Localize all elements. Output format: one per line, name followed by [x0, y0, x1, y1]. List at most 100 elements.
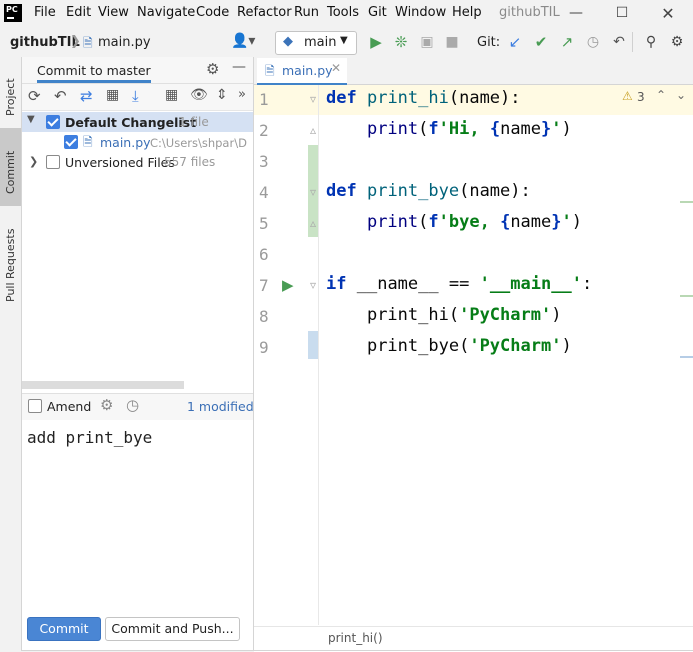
hide-panel-icon[interactable]: — [232, 59, 246, 75]
menu-view[interactable]: View [98, 5, 129, 20]
commit-options-gear-icon[interactable]: ⚙ [100, 396, 113, 414]
line-number: 8 [259, 307, 269, 326]
gear-icon[interactable]: ⚙ [206, 60, 219, 78]
menu-refactor[interactable]: Refactor [237, 5, 292, 20]
horizontal-scrollbar[interactable] [22, 381, 184, 389]
menu-help[interactable]: Help [452, 5, 482, 20]
fold-icon[interactable]: ▿ [310, 278, 316, 292]
menu-run[interactable]: Run [294, 5, 319, 20]
warning-count: 3 [637, 90, 645, 104]
changed-file-name[interactable]: main.py [100, 135, 151, 150]
fold-icon[interactable]: ▵ [310, 216, 316, 230]
tab-pull-requests[interactable]: Pull Requests [0, 210, 21, 306]
settings-gear-icon[interactable]: ⚙ [667, 32, 687, 52]
commit-message-area[interactable]: add print_bye [22, 420, 253, 610]
warning-icon[interactable]: ⚠ [622, 89, 633, 103]
group-by-icon[interactable]: ▦ [165, 87, 178, 103]
amend-checkbox[interactable] [28, 399, 42, 413]
file-checkbox[interactable] [64, 135, 78, 149]
menu-tools[interactable]: Tools [327, 5, 359, 20]
toolbar-divider [632, 32, 633, 52]
debug-icon[interactable]: ❊ [391, 32, 411, 52]
error-stripe-marker[interactable] [680, 201, 693, 203]
previous-highlight-icon[interactable]: ⌃ [656, 88, 666, 102]
menu-git[interactable]: Git [368, 5, 387, 20]
code-line[interactable]: def print_hi(name): [326, 88, 521, 108]
history-icon[interactable]: ◷ [583, 32, 603, 52]
amend-label: Amend [47, 399, 92, 414]
shelve-icon[interactable]: ▦ [106, 87, 119, 103]
editor-tab-main-py[interactable]: 🗎 main.py ✕ [257, 58, 347, 86]
commit-icon[interactable]: ✔ [531, 32, 551, 52]
commit-and-push-button[interactable]: Commit and Push... [105, 617, 240, 641]
update-project-icon[interactable]: ↙ [505, 32, 525, 52]
rollback-icon[interactable]: ↶ [609, 32, 629, 52]
vcs-modified-line-marker[interactable] [308, 331, 318, 359]
line-number: 3 [259, 152, 269, 171]
breadcrumb-file[interactable]: main.py [98, 35, 151, 50]
refresh-icon[interactable]: ⟳ [28, 87, 41, 105]
branch-name: main [304, 35, 337, 50]
close-tab-icon[interactable]: ✕ [331, 61, 341, 75]
line-number: 4 [259, 183, 269, 202]
menu-edit[interactable]: Edit [66, 5, 91, 20]
code-line[interactable]: print(f'bye, {name}') [326, 212, 582, 232]
chevron-right-icon[interactable]: ❯ [29, 155, 38, 168]
more-icon[interactable]: » [238, 87, 246, 102]
chevron-down-icon[interactable]: ▼ [27, 114, 35, 125]
view-options-icon[interactable]: 👁 [190, 87, 208, 103]
code-line[interactable]: print(f'Hi, {name}') [326, 119, 572, 139]
code-line[interactable]: def print_bye(name): [326, 181, 531, 201]
fold-icon[interactable]: ▿ [310, 92, 316, 106]
code-line[interactable]: if __name__ == '__main__': [326, 274, 592, 294]
menu-bar: PC File Edit View Navigate Code Refactor… [0, 0, 693, 27]
maximize-icon[interactable]: ☐ [599, 0, 645, 27]
modified-count-link[interactable]: 1 modified [187, 399, 254, 414]
changelist-checkbox[interactable] [46, 115, 60, 129]
python-file-icon: 🗎 [265, 64, 275, 78]
unversioned-files-count: 557 files [164, 155, 216, 169]
menu-code[interactable]: Code [196, 5, 229, 20]
commit-history-icon[interactable]: ◷ [126, 396, 139, 414]
editor-breadcrumb[interactable]: print_hi() [328, 631, 383, 645]
expand-all-icon[interactable]: ⇕ [216, 87, 228, 103]
stop-icon[interactable]: ■ [442, 32, 462, 52]
editor-tab-label: main.py [282, 63, 333, 78]
changed-file-path: C:\Users\shpar\D [150, 136, 247, 150]
user-icon[interactable]: 👤▾ [231, 33, 255, 49]
commit-message-text: add print_bye [27, 428, 153, 447]
git-label: Git: [477, 35, 501, 50]
tab-project[interactable]: Project [0, 60, 21, 120]
changelist-name: Default Changelist [65, 115, 197, 130]
branch-selector[interactable]: ◆ main ▼ [275, 31, 357, 55]
menu-file[interactable]: File [34, 5, 56, 20]
next-highlight-icon[interactable]: ⌄ [676, 88, 686, 102]
close-icon[interactable]: ✕ [645, 0, 691, 27]
diff-icon[interactable]: ⇄ [80, 87, 93, 105]
line-number: 1 [259, 90, 269, 109]
push-icon[interactable]: ↗ [557, 32, 577, 52]
commit-button[interactable]: Commit [27, 617, 101, 641]
menu-window[interactable]: Window [395, 5, 446, 20]
fold-icon[interactable]: ▿ [310, 185, 316, 199]
rollback-changes-icon[interactable]: ↶ [54, 87, 67, 105]
chevron-right-icon: ❯ [70, 34, 81, 49]
minimize-icon[interactable]: — [553, 0, 599, 27]
menu-navigate[interactable]: Navigate [137, 5, 195, 20]
run-gutter-icon[interactable]: ▶ [282, 276, 294, 294]
error-stripe-marker[interactable] [680, 295, 693, 297]
coverage-icon[interactable]: ▣ [417, 32, 437, 52]
line-number: 6 [259, 245, 269, 264]
chevron-down-icon: ▼ [340, 35, 348, 46]
run-icon[interactable]: ▶ [366, 32, 386, 52]
search-icon[interactable]: ⚲ [641, 32, 661, 52]
line-number: 2 [259, 121, 269, 140]
tab-commit[interactable]: Commit [0, 128, 21, 206]
error-stripe-marker[interactable] [680, 356, 693, 358]
fold-icon[interactable]: ▵ [310, 123, 316, 137]
download-icon[interactable]: ⤓ [132, 87, 139, 105]
code-line[interactable]: print_bye('PyCharm') [326, 336, 572, 356]
code-line[interactable]: print_hi('PyCharm') [326, 305, 562, 325]
commit-toolbar: ⟳ ↶ ⇄ ▦ ⤓ ▦ 👁 ⇕ » [22, 84, 253, 111]
unversioned-checkbox[interactable] [46, 155, 60, 169]
